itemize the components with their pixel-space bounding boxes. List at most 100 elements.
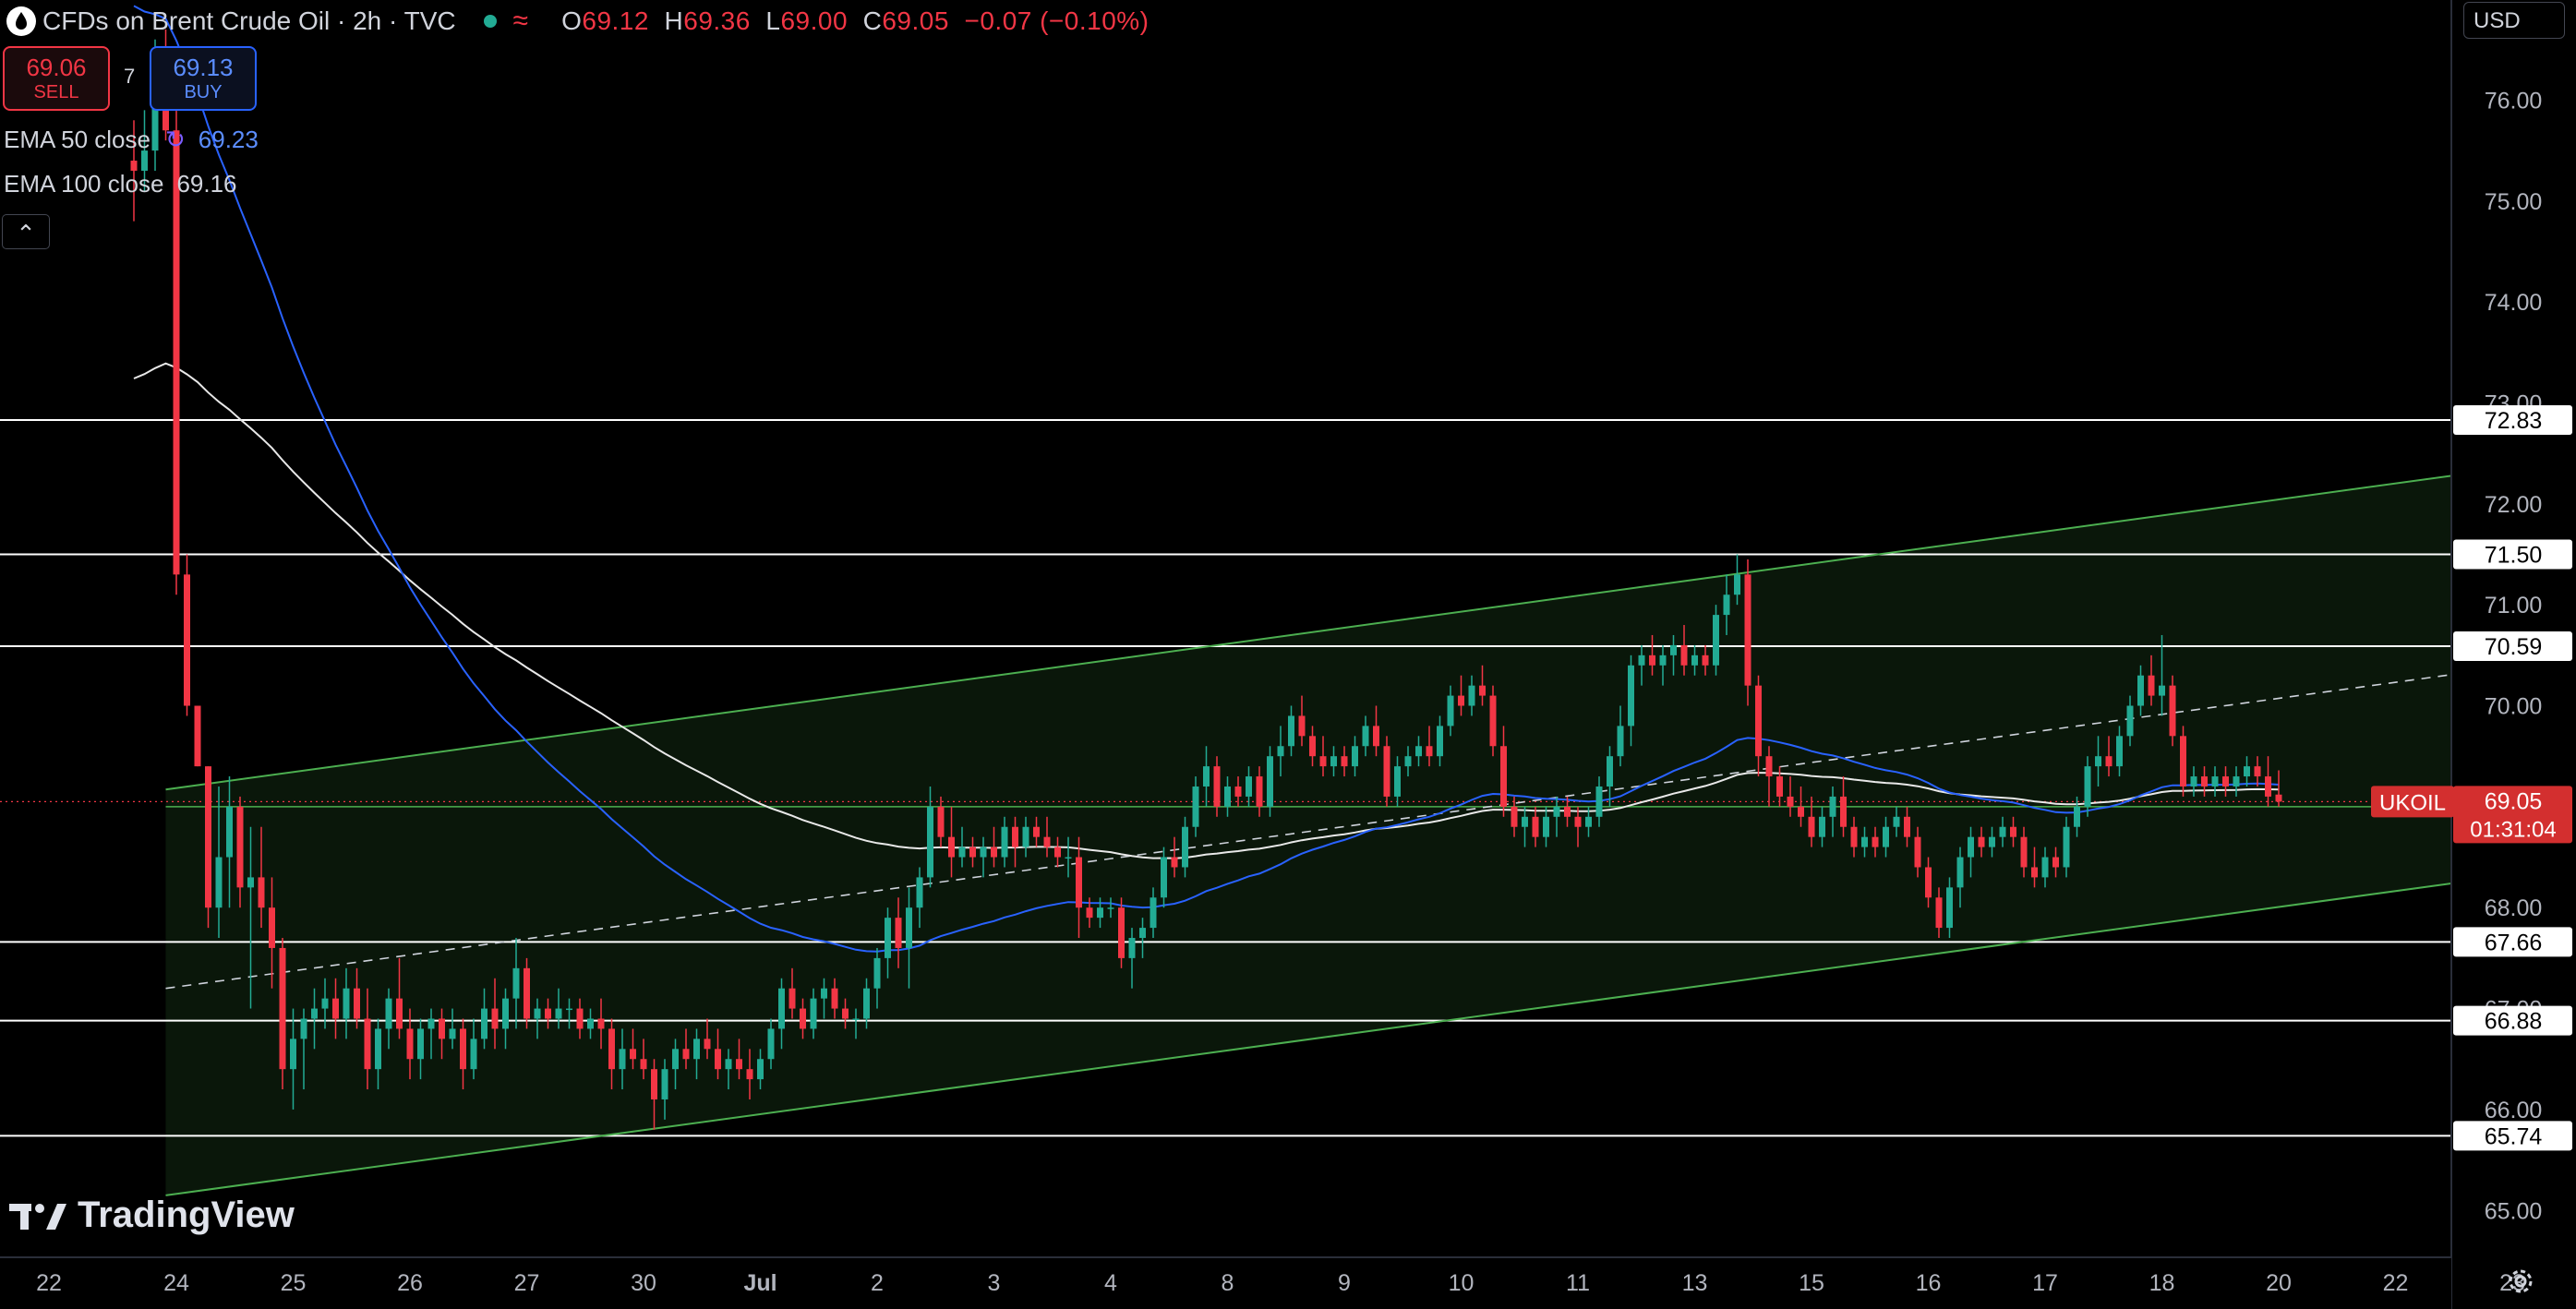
candle-body [597,1018,605,1029]
candle-body [1234,786,1242,797]
candle-body [534,1008,541,1019]
candle-body [948,836,955,858]
candle-body [1585,816,1592,827]
channel-fill [165,475,2451,1195]
candle-body [1680,644,1688,666]
candle-body [1861,836,1868,847]
candle-body [1437,726,1443,757]
candle-body [1043,836,1051,847]
oil-drop-icon [6,6,36,36]
price-chart[interactable]: 65.0066.0067.0068.0069.0070.0071.0072.00… [0,0,2576,1309]
candle-body [1765,756,1773,777]
candle-body [1522,816,1528,827]
candle-body [439,1018,445,1039]
candle-body [2233,776,2240,787]
candle-body [704,1039,711,1050]
currency-selector[interactable]: USD [2463,2,2565,39]
candle-body [1744,574,1751,686]
candle-body [1978,836,1985,847]
candle-body [2159,685,2165,696]
symbol-title[interactable]: CFDs on Brent Crude Oil · 2h · TVC [42,6,456,36]
candle-body [1999,826,2006,837]
candle-body [1787,796,1794,807]
time-tick-label: Jul [743,1270,776,1296]
time-tick-label: 18 [2149,1270,2175,1296]
candle-body [300,1018,307,1039]
candle-body [863,988,870,1019]
candle-body [2126,705,2134,737]
gear-icon[interactable] [2504,1265,2537,1298]
candle-body [375,1028,381,1070]
tradingview-logo: TradingView [9,1195,295,1236]
candle-body [226,806,233,858]
candle-body [1723,594,1730,616]
candle-body [937,806,945,837]
candle-body [1713,615,1719,666]
time-tick-label: 3 [988,1270,1001,1296]
candle-body [236,806,244,888]
candle-body [2074,806,2080,827]
candle-body [906,907,912,948]
candle-body [1776,776,1783,797]
candle-body [1468,685,1475,706]
candle-body [916,877,923,908]
candle-body [2244,766,2250,777]
candle-body [1012,826,1018,847]
candle-body [672,1049,679,1070]
candle [1383,736,1390,807]
candle-body [1734,574,1740,595]
candle-body [1691,654,1698,666]
time-tick-label: 27 [514,1270,540,1296]
candle-body [1893,816,1900,827]
candle-body [778,988,785,1029]
candle-body [693,1039,700,1060]
candle-body [1659,654,1667,666]
candle-body [2084,766,2091,807]
time-tick-label: 22 [36,1270,62,1296]
candle-body [321,998,329,1009]
collapse-legend-button[interactable]: ⌃ [2,214,50,249]
candle-body [1352,746,1358,767]
candle-body [1171,857,1178,868]
ema50-legend[interactable]: EMA 50 close ↻ 69.23 [4,126,259,154]
candle-body [460,1028,466,1070]
candle-body [2254,766,2261,777]
candle-body [566,1008,572,1011]
candle-body [927,806,933,878]
candle-body [2041,857,2049,878]
candle-body [757,1059,764,1080]
candle-body [269,907,275,948]
candle-body [630,1049,636,1060]
buy-button[interactable]: 69.13 BUY [150,46,257,111]
time-tick-label: 15 [1799,1270,1824,1296]
candle-body [1086,907,1093,919]
sell-button[interactable]: 69.06 SELL [3,46,110,111]
last-price-label: 69.05 [2485,788,2543,814]
candle [1118,897,1125,968]
candle [194,705,201,767]
candle-body [481,1008,488,1039]
candle-body [1553,806,1560,817]
candle-body [2190,776,2197,787]
candle-body [1065,857,1072,859]
candle-body [1829,796,1836,817]
candle-body [215,857,223,908]
candle-body [1607,756,1613,787]
candle-body [1394,766,1401,797]
channel-area [165,475,2451,1195]
candle-body [1914,836,1921,868]
time-tick-label: 25 [281,1270,307,1296]
candle-body [2201,776,2208,787]
candle-body [1362,726,1369,747]
candle-body [1182,826,1188,868]
time-tick-label: 2 [871,1270,884,1296]
candle-body [1670,644,1677,655]
candle-body [736,1059,742,1070]
ema100-legend[interactable]: EMA 100 close 69.16 [4,170,237,198]
candle-body [1319,756,1327,767]
price-tick-label: 68.00 [2485,895,2543,921]
candle-body [1702,654,1709,666]
time-tick-label: 16 [1916,1270,1942,1296]
candle-body [2275,794,2282,802]
candle-body [364,1018,371,1070]
